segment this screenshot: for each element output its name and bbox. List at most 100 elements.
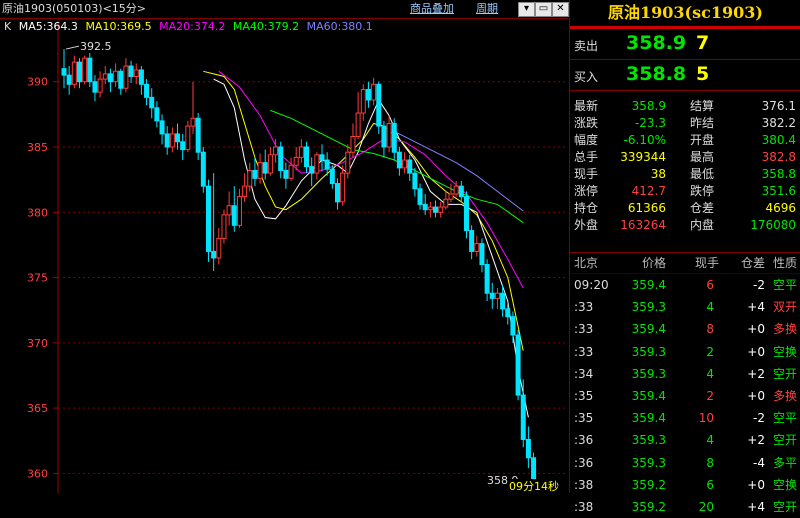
candle-body xyxy=(386,122,392,148)
candle-body xyxy=(123,65,129,89)
candle-body xyxy=(242,185,248,198)
candle-body xyxy=(350,136,356,153)
candle-body xyxy=(169,133,175,148)
candle-body xyxy=(82,57,88,83)
candle-body xyxy=(324,159,330,170)
candle-body xyxy=(422,203,428,211)
tick-price: 359.4 xyxy=(631,411,666,426)
stat-label: 结算 xyxy=(690,99,715,113)
ask-row[interactable]: 卖出 358.9 7 xyxy=(570,29,800,60)
candle-body xyxy=(154,107,160,122)
stat-value: -23.3 xyxy=(634,116,666,130)
tick-row[interactable]: :35 359.4 2 +0 多换 xyxy=(570,385,800,407)
ask-price: 358.9 xyxy=(626,32,687,54)
tick-price: 359.2 xyxy=(631,477,666,492)
candle-body xyxy=(102,73,108,80)
close-icon[interactable]: ✕ xyxy=(552,2,569,17)
candle-body xyxy=(402,159,408,169)
stat-value: 351.6 xyxy=(761,184,796,198)
stat-row: 涨停 412.7 跌停 351.6 xyxy=(570,183,800,200)
stat-value: 382.8 xyxy=(761,150,796,164)
candle-body xyxy=(479,243,485,265)
tick-time: :38 xyxy=(574,477,594,492)
add-product-button[interactable]: 商品叠加 xyxy=(410,0,454,18)
candle-body xyxy=(505,308,511,318)
ma60-line xyxy=(393,130,524,212)
candle-body xyxy=(371,83,377,101)
y-tick-label: 380 xyxy=(27,206,48,219)
dropdown-icon[interactable]: ▾ xyxy=(518,2,535,17)
tick-row[interactable]: :35 359.4 10 -2 空平 xyxy=(570,407,800,429)
candle-body xyxy=(340,172,346,203)
candle-body xyxy=(355,112,361,138)
ticks-head-price: 价格 xyxy=(641,256,666,270)
candle-body xyxy=(200,151,206,187)
tick-nature: 空换 xyxy=(772,477,797,492)
candle-body xyxy=(309,166,315,174)
tick-oi: +0 xyxy=(747,344,765,359)
candle-body xyxy=(396,151,402,169)
stat-value: 358.9 xyxy=(631,99,666,113)
stat-label: 幅度 xyxy=(574,133,599,147)
tick-row[interactable]: :36 359.3 8 -4 多平 xyxy=(570,452,800,474)
candle-body xyxy=(205,185,211,252)
tick-row[interactable]: :38 359.2 20 +4 空开 xyxy=(570,496,800,518)
candle-body xyxy=(520,394,526,440)
legend-ma60: MA60:380.1 xyxy=(306,20,373,33)
tick-nature: 多平 xyxy=(772,455,797,470)
tick-row[interactable]: :33 359.4 8 +0 多换 xyxy=(570,318,800,340)
stat-label: 内盘 xyxy=(690,218,715,232)
candle-body xyxy=(489,292,495,299)
candle-body xyxy=(515,334,521,396)
tick-oi: -4 xyxy=(753,455,765,470)
maximize-icon[interactable]: ▭ xyxy=(535,2,552,17)
candle-body xyxy=(463,196,469,232)
tick-price: 359.4 xyxy=(631,278,666,292)
stat-value: 380.4 xyxy=(761,133,796,147)
tick-time: :34 xyxy=(574,366,594,381)
tick-time: :36 xyxy=(574,455,594,470)
stat-label: 现手 xyxy=(574,167,599,181)
ticks-list[interactable]: 09:20 359.4 6 -2 空平:33 359.3 4 +4 双开:33 359.4 8 +0 多… xyxy=(570,274,800,518)
legend-ma5: MA5:364.3 xyxy=(18,20,78,33)
tick-oi: +2 xyxy=(747,366,765,381)
period-button[interactable]: 周期 xyxy=(476,0,498,18)
candle-body xyxy=(149,96,155,109)
stat-label: 最新 xyxy=(574,99,599,113)
tick-row[interactable]: :34 359.3 4 +2 空开 xyxy=(570,363,800,385)
tick-row[interactable]: :36 359.3 4 +2 空开 xyxy=(570,429,800,451)
bid-row[interactable]: 买入 358.8 5 xyxy=(570,60,800,91)
quote-panel: 原油1903(sc1903) 卖出 358.9 7 买入 358.8 5 最新 3… xyxy=(569,0,800,514)
ticks-head-nature: 性质 xyxy=(772,256,797,270)
tick-nature: 空平 xyxy=(772,278,797,292)
tick-qty: 10 xyxy=(698,411,714,426)
stat-value: 382.2 xyxy=(761,116,796,130)
stat-label: 最低 xyxy=(690,167,715,181)
y-tick-label: 360 xyxy=(27,467,48,480)
chart-header: 原油1903(050103)<15分> 商品叠加 周期 ▾ ▭ ✕ xyxy=(0,0,569,19)
candle-body xyxy=(427,206,433,211)
candle-body xyxy=(190,117,196,127)
candle-body xyxy=(257,162,263,179)
candle-body xyxy=(334,183,340,203)
y-tick-label: 365 xyxy=(27,402,48,415)
candle-body xyxy=(267,154,273,174)
tick-row[interactable]: 09:20 359.4 6 -2 空平 xyxy=(570,274,800,296)
tick-oi: -2 xyxy=(753,278,765,292)
stat-value: 4696 xyxy=(765,201,796,215)
candlestick-chart[interactable]: 390385380375370365360392.5358.909分14秒 xyxy=(0,0,568,493)
chart-panel[interactable]: 390 385 380 375 370 365 360 392.5 358.9 09分14秒 原油… xyxy=(0,0,569,493)
tick-qty: 20 xyxy=(698,499,714,514)
candle-body xyxy=(500,292,506,310)
tick-qty: 4 xyxy=(706,300,714,315)
tick-time: :38 xyxy=(574,499,594,514)
tick-price: 359.3 xyxy=(631,366,666,381)
tick-price: 359.4 xyxy=(631,322,666,337)
ma-legend: K MA5:364.3 MA10:369.5 MA20:374.2 MA40:3… xyxy=(4,19,377,35)
tick-row[interactable]: :33 359.3 2 +0 空换 xyxy=(570,341,800,363)
candle-body xyxy=(438,206,444,213)
stat-row: 涨跌 -23.3 昨结 382.2 xyxy=(570,115,800,132)
stat-label: 总手 xyxy=(574,150,599,164)
tick-row[interactable]: :33 359.3 4 +4 双开 xyxy=(570,296,800,318)
candle-body xyxy=(164,133,170,148)
